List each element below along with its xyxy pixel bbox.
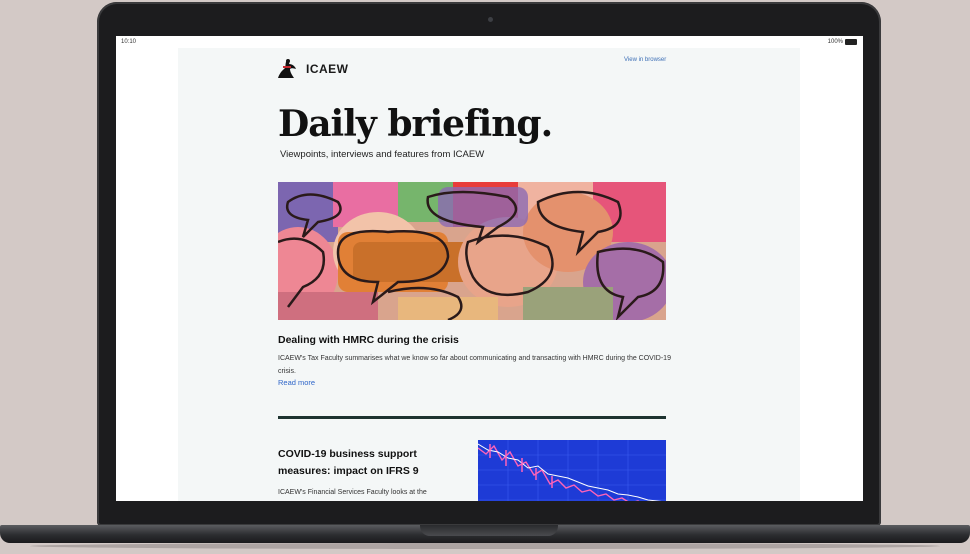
view-in-browser-link[interactable]: View in browser — [624, 57, 666, 63]
page-subtitle: Viewpoints, interviews and features from… — [280, 149, 485, 160]
featured-article-title[interactable]: Dealing with HMRC during the crisis — [278, 334, 459, 346]
icaew-logo-icon — [278, 59, 296, 78]
brand-logo[interactable]: ICAEW — [274, 56, 349, 82]
email-body: ICAEW View in browser Daily briefing. Vi… — [178, 48, 800, 501]
status-battery: 100% — [828, 39, 857, 45]
status-time: 10:10 — [121, 39, 137, 45]
read-more-link[interactable]: Read more — [278, 378, 315, 387]
second-article-description: ICAEW's Financial Services Faculty looks… — [278, 489, 427, 496]
hero-image[interactable] — [278, 182, 666, 320]
laptop-notch — [420, 525, 558, 536]
page-title: Daily briefing. — [278, 103, 553, 145]
battery-icon — [845, 39, 857, 45]
section-divider — [278, 416, 666, 419]
camera-icon — [488, 17, 493, 22]
brand-name: ICAEW — [306, 62, 349, 76]
second-article-title[interactable]: COVID-19 business support measures: impa… — [278, 446, 463, 480]
second-article-image[interactable] — [478, 440, 666, 501]
battery-percentage: 100% — [827, 39, 843, 45]
laptop-screen: 10:10 100% ICAEW View in browser Daily b… — [116, 36, 863, 501]
featured-article-description: ICAEW's Tax Faculty summarises what we k… — [278, 355, 671, 375]
laptop-shadow — [30, 543, 940, 549]
